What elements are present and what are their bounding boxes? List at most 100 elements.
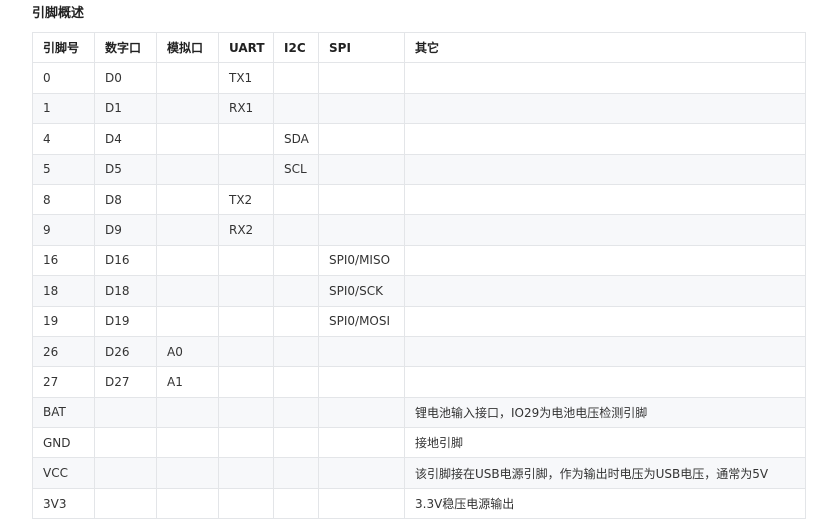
- i2c-cell: [273, 275, 319, 307]
- header-uart: UART: [218, 31, 274, 64]
- pin-number-cell: 0: [32, 62, 95, 94]
- pin-number-cell: 18: [32, 275, 95, 307]
- spi-cell: [318, 92, 405, 125]
- digital-cell: D5: [94, 153, 157, 185]
- spi-cell: [318, 427, 405, 459]
- i2c-cell: [273, 487, 319, 519]
- uart-cell: [218, 335, 274, 368]
- other-cell: 3.3V稳压电源输出: [404, 487, 806, 519]
- i2c-cell: [273, 244, 319, 277]
- uart-cell: [218, 305, 274, 337]
- spi-cell: [318, 457, 405, 489]
- uart-cell: TX2: [218, 183, 274, 216]
- analog-cell: A0: [156, 335, 219, 368]
- digital-cell: D27: [94, 366, 157, 398]
- table-row: 3V3 3.3V稳压电源输出: [32, 487, 806, 519]
- pin-number-cell: GND: [32, 427, 95, 459]
- digital-cell: D0: [94, 62, 157, 94]
- pin-table: 引脚号 数字口 模拟口 UART I2C SPI 其它 0 D0 TX1 1 D1 RX1…: [32, 31, 806, 519]
- table-row: 8 D8 TX2: [32, 183, 806, 216]
- other-cell: [404, 305, 806, 337]
- uart-cell: [218, 396, 274, 429]
- i2c-cell: [273, 457, 319, 489]
- analog-cell: A1: [156, 366, 219, 398]
- analog-cell: [156, 62, 219, 94]
- table-body: 0 D0 TX1 1 D1 RX1 4 D4 SDA 5 D5 SCL 8 D8 TX2 9 D9 RX2 16 D1…: [32, 62, 806, 519]
- pin-number-cell: 8: [32, 183, 95, 216]
- uart-cell: [218, 427, 274, 459]
- uart-cell: [218, 457, 274, 489]
- header-pin-number: 引脚号: [32, 31, 95, 64]
- other-cell: 接地引脚: [404, 427, 806, 459]
- table-row: 19 D19 SPI0/MOSI: [32, 305, 806, 337]
- other-cell: [404, 123, 806, 155]
- digital-cell: D8: [94, 183, 157, 216]
- header-i2c: I2C: [273, 31, 319, 64]
- pin-number-cell: 5: [32, 153, 95, 185]
- digital-cell: [94, 457, 157, 489]
- digital-cell: D4: [94, 123, 157, 155]
- spi-cell: [318, 123, 405, 155]
- pin-number-cell: BAT: [32, 396, 95, 429]
- uart-cell: [218, 244, 274, 277]
- header-analog: 模拟口: [156, 31, 219, 64]
- other-cell: [404, 275, 806, 307]
- table-row: 1 D1 RX1: [32, 92, 806, 125]
- other-cell: [404, 244, 806, 277]
- analog-cell: [156, 244, 219, 277]
- digital-cell: D18: [94, 275, 157, 307]
- digital-cell: D9: [94, 214, 157, 246]
- table-row: 9 D9 RX2: [32, 214, 806, 246]
- i2c-cell: SDA: [273, 123, 319, 155]
- i2c-cell: [273, 92, 319, 125]
- table-row: 18 D18 SPI0/SCK: [32, 275, 806, 307]
- other-cell: [404, 153, 806, 185]
- header-other: 其它: [404, 31, 806, 64]
- pin-number-cell: 26: [32, 335, 95, 368]
- spi-cell: [318, 487, 405, 519]
- uart-cell: [218, 366, 274, 398]
- analog-cell: [156, 427, 219, 459]
- i2c-cell: [273, 62, 319, 94]
- uart-cell: [218, 275, 274, 307]
- pin-number-cell: VCC: [32, 457, 95, 489]
- other-cell: [404, 92, 806, 125]
- spi-cell: [318, 366, 405, 398]
- uart-cell: RX1: [218, 92, 274, 125]
- analog-cell: [156, 396, 219, 429]
- pin-number-cell: 16: [32, 244, 95, 277]
- i2c-cell: SCL: [273, 153, 319, 185]
- spi-cell: SPI0/MISO: [318, 244, 405, 277]
- analog-cell: [156, 214, 219, 246]
- i2c-cell: [273, 366, 319, 398]
- table-row: VCC 该引脚接在USB电源引脚，作为输出时电压为USB电压，通常为5V: [32, 457, 806, 489]
- pin-number-cell: 3V3: [32, 487, 95, 519]
- table-row: BAT 锂电池输入接口，IO29为电池电压检测引脚: [32, 396, 806, 429]
- digital-cell: D19: [94, 305, 157, 337]
- spi-cell: [318, 214, 405, 246]
- uart-cell: [218, 487, 274, 519]
- table-row: 4 D4 SDA: [32, 123, 806, 155]
- i2c-cell: [273, 335, 319, 368]
- uart-cell: [218, 123, 274, 155]
- pin-number-cell: 9: [32, 214, 95, 246]
- digital-cell: D16: [94, 244, 157, 277]
- spi-cell: [318, 335, 405, 368]
- analog-cell: [156, 457, 219, 489]
- spi-cell: [318, 62, 405, 94]
- other-cell: 锂电池输入接口，IO29为电池电压检测引脚: [404, 396, 806, 429]
- pin-number-cell: 1: [32, 92, 95, 125]
- spi-cell: [318, 183, 405, 216]
- header-spi: SPI: [318, 31, 405, 64]
- table-row: GND 接地引脚: [32, 427, 806, 459]
- table-row: 27 D27 A1: [32, 366, 806, 398]
- other-cell: [404, 366, 806, 398]
- other-cell: [404, 183, 806, 216]
- digital-cell: [94, 427, 157, 459]
- uart-cell: RX2: [218, 214, 274, 246]
- other-cell: [404, 335, 806, 368]
- table-row: 0 D0 TX1: [32, 62, 806, 94]
- analog-cell: [156, 305, 219, 337]
- spi-cell: [318, 396, 405, 429]
- digital-cell: [94, 487, 157, 519]
